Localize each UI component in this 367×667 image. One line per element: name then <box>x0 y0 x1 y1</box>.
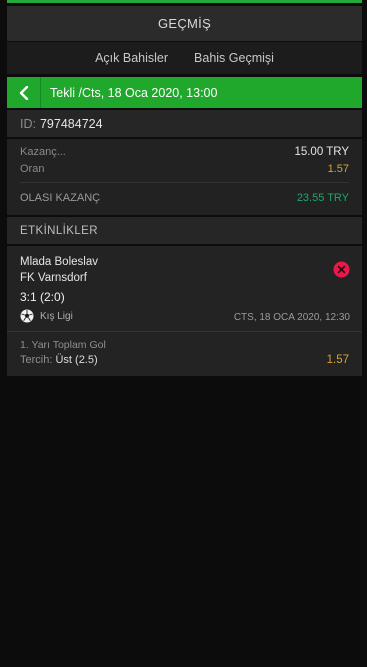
event-card: Mlada Boleslav FK Varnsdorf 3:1 (2:0) Kı… <box>7 246 362 376</box>
bet-id-row: ID: 797484724 <box>7 110 362 137</box>
selection-odds: 1.57 <box>326 354 349 366</box>
home-team: Mlada Boleslav <box>20 256 98 268</box>
back-button[interactable] <box>7 77 41 108</box>
chevron-left-icon <box>19 85 28 100</box>
stake-label: Kazanç... <box>20 146 66 158</box>
tab-bet-history[interactable]: Bahis Geçmişi <box>194 51 274 65</box>
away-team: FK Varnsdorf <box>20 272 87 284</box>
odds-label: Oran <box>20 163 45 175</box>
stake-summary: Kazanç... 15.00 TRY Oran 1.57 OLASI KAZA… <box>7 139 362 215</box>
bet-title: Tekli /Cts, 18 Oca 2020, 13:00 <box>50 85 218 100</box>
match-score: 3:1 (2:0) <box>20 290 65 304</box>
odds-row: Oran 1.57 <box>20 163 349 175</box>
events-header: ETKİNLİKLER <box>7 217 362 244</box>
close-circle-icon[interactable] <box>333 261 350 278</box>
divider <box>7 331 362 332</box>
stake-row: Kazanç... 15.00 TRY <box>20 146 349 158</box>
market-name: 1. Yarı Toplam Gol <box>20 339 106 351</box>
selection-value: Üst (2.5) <box>55 354 98 366</box>
league-name: Kış Ligi <box>40 310 73 322</box>
league-info: Kış Ligi <box>20 309 73 323</box>
selection-label: Tercih: <box>20 354 53 366</box>
event-date: CTS, 18 OCA 2020, 12:30 <box>233 312 350 323</box>
potential-win-row: OLASI KAZANÇ 23.55 TRY <box>20 192 349 204</box>
soccer-ball-icon <box>20 309 34 323</box>
bet-id-label: ID: <box>20 116 36 131</box>
page-header: GEÇMİŞ <box>7 6 362 41</box>
bet-id-value: 797484724 <box>39 116 103 131</box>
potential-win-label: OLASI KAZANÇ <box>20 192 101 204</box>
top-accent-line <box>7 0 362 3</box>
odds-value: 1.57 <box>327 163 349 175</box>
divider <box>20 182 349 183</box>
selection: Tercih: Üst (2.5) <box>20 354 98 366</box>
events-title: ETKİNLİKLER <box>20 224 98 237</box>
bet-title-bar: Tekli /Cts, 18 Oca 2020, 13:00 <box>7 77 362 108</box>
tab-bar: Açık Bahisler Bahis Geçmişi <box>7 42 362 74</box>
potential-win-value: 23.55 TRY <box>296 192 349 204</box>
stake-value: 15.00 TRY <box>294 146 349 158</box>
page-title: GEÇMİŞ <box>157 16 212 31</box>
tab-open-bets[interactable]: Açık Bahisler <box>95 51 168 65</box>
